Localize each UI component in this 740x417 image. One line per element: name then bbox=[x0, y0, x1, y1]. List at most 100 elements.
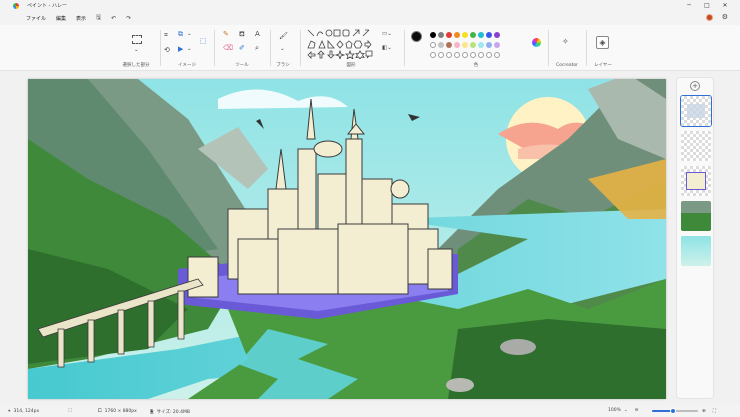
chevron-down-icon[interactable]: ⌄ bbox=[280, 46, 285, 53]
shape-outline-icon[interactable]: ▭⌄ bbox=[382, 31, 392, 38]
cocreator-icon[interactable]: ✧ bbox=[562, 38, 569, 46]
shape-fill-icon[interactable]: ◧⌄ bbox=[382, 45, 392, 52]
color-swatch[interactable] bbox=[486, 32, 492, 38]
color-swatch[interactable] bbox=[430, 32, 436, 38]
arrow-right-shape-icon bbox=[364, 39, 372, 50]
custom-color-slot[interactable] bbox=[486, 52, 492, 58]
custom-color-slot[interactable] bbox=[470, 52, 476, 58]
color-swatch[interactable] bbox=[478, 32, 484, 38]
zoom-out-icon[interactable]: ⊖ bbox=[635, 408, 639, 413]
color-swatch[interactable] bbox=[470, 32, 476, 38]
arrow-diagonal-icon bbox=[362, 29, 370, 37]
add-layer-button[interactable]: + bbox=[690, 81, 700, 91]
cocreator-group: ✧ Cocreator bbox=[548, 25, 586, 71]
custom-color-slot[interactable] bbox=[494, 52, 500, 58]
selection-size: ⬚ bbox=[68, 408, 72, 413]
line-shape-icon bbox=[307, 29, 315, 37]
color-swatch[interactable] bbox=[454, 32, 460, 38]
pencil-icon[interactable]: ✎ bbox=[223, 31, 229, 38]
color-swatch[interactable] bbox=[486, 42, 492, 48]
file-icon: 🗎 bbox=[150, 410, 154, 415]
color-swatch[interactable] bbox=[438, 32, 444, 38]
layer-thumbnail-5[interactable] bbox=[681, 236, 711, 266]
color-swatch[interactable] bbox=[470, 42, 476, 48]
diamond-shape-icon bbox=[336, 40, 344, 49]
eraser-icon[interactable]: ⌫ bbox=[223, 45, 233, 52]
custom-color-slot[interactable] bbox=[438, 52, 444, 58]
custom-color-slot[interactable] bbox=[462, 52, 468, 58]
custom-color-slot[interactable] bbox=[454, 52, 460, 58]
window-controls: ─ □ ✕ bbox=[680, 0, 734, 11]
current-color-swatch[interactable] bbox=[411, 31, 422, 42]
selection-group-label: 選択した部分 bbox=[122, 63, 150, 68]
rectangle-select-icon[interactable] bbox=[132, 35, 142, 44]
account-avatar[interactable] bbox=[705, 13, 713, 21]
menu-view[interactable]: 表示 bbox=[76, 15, 86, 22]
callout-shape-icon bbox=[365, 50, 373, 59]
undo-icon[interactable]: ↶ bbox=[111, 15, 116, 22]
layer-thumbnail-4[interactable] bbox=[681, 201, 711, 231]
color-swatch[interactable] bbox=[438, 42, 444, 48]
minimize-button[interactable]: ─ bbox=[680, 0, 698, 11]
layers-icon[interactable]: ◈ bbox=[596, 36, 609, 49]
zoom-level-text[interactable]: 100% bbox=[608, 408, 621, 413]
drawing-canvas[interactable] bbox=[28, 79, 666, 399]
zoom-slider-thumb[interactable] bbox=[669, 408, 676, 414]
menu-edit[interactable]: 編集 bbox=[56, 15, 66, 22]
color-swatch[interactable] bbox=[478, 42, 484, 48]
save-icon[interactable]: 🖫 bbox=[96, 13, 101, 23]
color-swatch[interactable] bbox=[462, 42, 468, 48]
color-swatch[interactable] bbox=[430, 42, 436, 48]
color-swatch[interactable] bbox=[494, 32, 500, 38]
file-size-text: サイズ: 20.4MB bbox=[156, 410, 190, 415]
chevron-down-icon[interactable]: ⌄ bbox=[624, 408, 628, 413]
chevron-down-icon[interactable]: ⌄ bbox=[187, 46, 192, 53]
oval-shape-icon bbox=[325, 29, 333, 37]
image-group-label: イメージ bbox=[178, 63, 196, 68]
curve-shape-icon bbox=[316, 31, 324, 37]
zoom-in-icon[interactable]: ⊕ bbox=[702, 409, 706, 414]
color-swatch[interactable] bbox=[446, 42, 452, 48]
fill-bucket-icon[interactable]: ⛾ bbox=[239, 31, 245, 38]
layer-thumbnail-2[interactable] bbox=[681, 131, 711, 161]
custom-color-slot[interactable] bbox=[478, 52, 484, 58]
color-swatch[interactable] bbox=[454, 42, 460, 48]
zoom-slider[interactable] bbox=[652, 408, 698, 414]
arrow-up-right-icon bbox=[352, 29, 360, 37]
shapes-gallery[interactable] bbox=[307, 29, 373, 59]
status-bar: ⌖ 314, 124px ⬚ ⧠ 1760 × 880px 🗎 サイズ: 20.… bbox=[0, 405, 740, 417]
layer-thumbnail-1[interactable] bbox=[680, 95, 712, 127]
brush-icon[interactable]: 🖌 bbox=[279, 33, 288, 40]
menu-file[interactable]: ファイル bbox=[26, 15, 46, 22]
redo-icon[interactable]: ↷ bbox=[126, 15, 131, 22]
color-picker-icon[interactable]: ✐ bbox=[239, 45, 245, 52]
layer-thumbnail-3[interactable] bbox=[681, 166, 711, 196]
color-swatch[interactable] bbox=[446, 32, 452, 38]
layers-group-label: レイヤー bbox=[594, 63, 612, 68]
remove-background-icon[interactable]: ⬚ bbox=[200, 38, 207, 45]
cursor-position: ⌖ 314, 124px bbox=[8, 408, 39, 415]
cocreator-group-label: Cocreator bbox=[555, 63, 578, 68]
maximize-button[interactable]: □ bbox=[698, 0, 716, 11]
rectangle-shape-icon bbox=[333, 29, 341, 37]
color-swatch[interactable] bbox=[462, 32, 468, 38]
settings-gear-icon[interactable]: ⚙ bbox=[722, 13, 728, 21]
crop-icon[interactable]: ⌗ bbox=[164, 32, 168, 39]
hexagon-shape-icon bbox=[353, 40, 363, 49]
flip-icon[interactable]: ▶ bbox=[178, 46, 183, 53]
chevron-down-icon[interactable]: ⌄ bbox=[134, 47, 139, 54]
text-icon[interactable]: A bbox=[255, 31, 260, 38]
custom-color-slot[interactable] bbox=[446, 52, 452, 58]
color-swatch[interactable] bbox=[494, 42, 500, 48]
selection-icon: ⬚ bbox=[68, 408, 73, 413]
rotate-icon[interactable]: ⟲ bbox=[164, 47, 170, 54]
edit-colors-icon[interactable] bbox=[532, 38, 541, 47]
chevron-down-icon[interactable]: ⌄ bbox=[187, 31, 192, 38]
custom-color-slot[interactable] bbox=[430, 52, 436, 58]
close-button[interactable]: ✕ bbox=[716, 0, 734, 11]
fit-to-window-icon[interactable]: ⛶ bbox=[713, 408, 716, 414]
resize-icon[interactable]: ⧉ bbox=[178, 31, 183, 38]
magnifier-icon[interactable]: ⌕ bbox=[255, 45, 259, 52]
canvas-size-icon: ⧠ bbox=[98, 409, 102, 414]
triangle-shape-icon bbox=[318, 39, 326, 49]
